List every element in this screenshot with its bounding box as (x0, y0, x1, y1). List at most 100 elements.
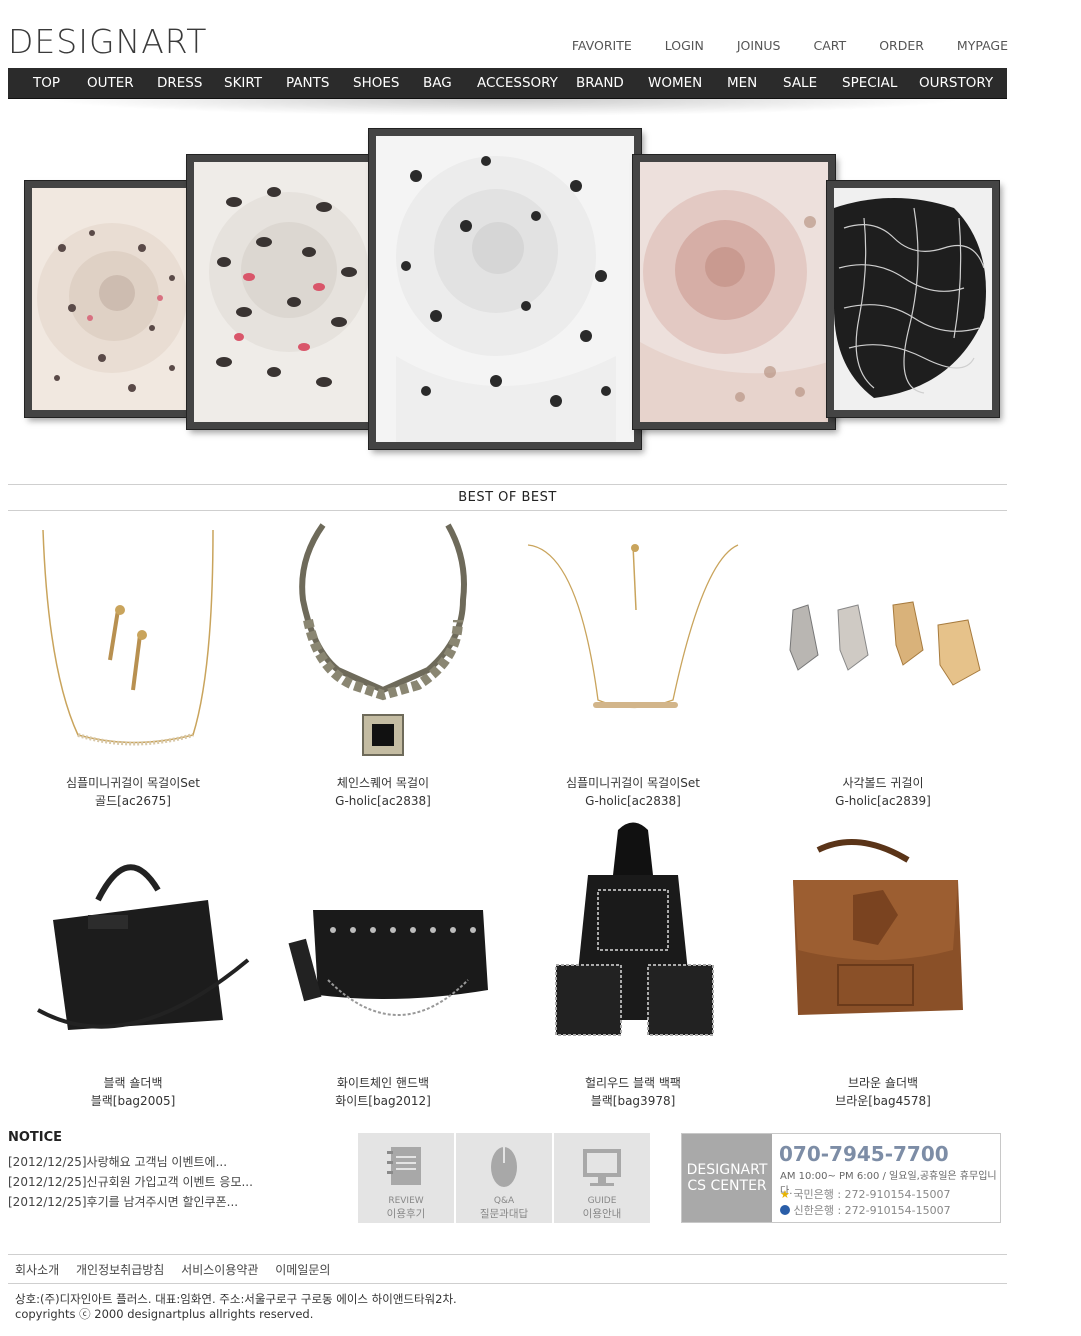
menu-shadow (40, 98, 970, 116)
scarf-frame-5[interactable] (827, 181, 999, 417)
product-sub: G-holic[ac2838] (335, 794, 431, 808)
qna-label-en: Q&A (493, 1196, 515, 1206)
shinhan-bank-icon (780, 1205, 790, 1215)
qna-label-ko: 질문과대답 (479, 1208, 529, 1220)
footer-link-company[interactable]: 회사소개 (15, 1263, 59, 1277)
cs-label-line2: CS CENTER (687, 1178, 767, 1194)
menu-dress[interactable]: DRESS (157, 68, 202, 98)
footer-divider-bottom (8, 1283, 1007, 1284)
brown-shoulder-bag-image (793, 839, 963, 1015)
nav-joinus[interactable]: JOINUS (737, 38, 781, 53)
scarf-frame-4[interactable] (633, 155, 835, 429)
nav-cart[interactable]: CART (813, 38, 846, 53)
logo[interactable]: DESIGNART (8, 22, 207, 61)
menu-skirt[interactable]: SKIRT (224, 68, 262, 98)
scarf-image-2 (194, 162, 372, 422)
necklace-set-image (42, 529, 214, 746)
copyright: copyrights ⓒ 2000 designartplus allright… (15, 1307, 314, 1321)
cs-phone: 070-7945-7700 (779, 1142, 949, 1166)
footer-link-email[interactable]: 이메일문의 (275, 1263, 330, 1277)
product-name[interactable]: 브라운 숄더백 (758, 1074, 1008, 1092)
kb-bank-icon: ★ (780, 1188, 790, 1201)
footer-links: 회사소개 개인정보취급방침 서비스이용약관 이메일문의 (8, 1261, 336, 1278)
product-card-1[interactable]: 심플미니귀걸이 목걸이Set 골드[ac2675] (8, 520, 258, 810)
black-shoulder-bag-image (37, 864, 250, 1030)
menu-pants[interactable]: PANTS (286, 68, 329, 98)
mouse-icon (491, 1147, 517, 1187)
menu-men[interactable]: MEN (727, 68, 757, 98)
chain-square-necklace-image (299, 523, 467, 756)
menu-shoes[interactable]: SHOES (353, 68, 399, 98)
guide-label-en: GUIDE (587, 1196, 617, 1206)
product-card-3[interactable]: 심플미니귀걸이 목걸이Set G-holic[ac2838] (508, 520, 758, 810)
nav-login[interactable]: LOGIN (665, 38, 704, 53)
footer-link-privacy[interactable]: 개인정보취급방침 (76, 1263, 164, 1277)
menu-bag[interactable]: BAG (423, 68, 452, 98)
menu-brand[interactable]: BRAND (576, 68, 624, 98)
square-bold-earrings-image (789, 601, 981, 686)
nav-mypage[interactable]: MYPAGE (957, 38, 1008, 53)
product-name[interactable]: 체인스퀘어 목걸이 (258, 774, 508, 792)
simple-necklace-image (527, 544, 739, 709)
section-title: BEST OF BEST (458, 490, 557, 505)
bank-text: 국민은행 : 272-910154-15007 (793, 1188, 951, 1201)
product-card-2[interactable]: 체인스퀘어 목걸이 G-holic[ac2838] (258, 520, 508, 810)
product-sub: 브라운[bag4578] (835, 1094, 931, 1108)
menu-top[interactable]: TOP (33, 68, 60, 98)
section-divider-bottom (8, 510, 1007, 511)
product-name[interactable]: 헐리우드 블랙 백팩 (508, 1074, 758, 1092)
product-card-4[interactable]: 사각볼드 귀걸이 G-holic[ac2839] (758, 520, 1008, 810)
menu-women[interactable]: WOMEN (648, 68, 702, 98)
product-card-6[interactable]: 화이트체인 핸드백 화이트[bag2012] (258, 820, 508, 1110)
bank-text: 신한은행 : 272-910154-15007 (793, 1204, 951, 1217)
nav-favorite[interactable]: FAVORITE (572, 38, 632, 53)
scarf-image-5 (834, 188, 992, 410)
product-name[interactable]: 블랙 숄더백 (8, 1074, 258, 1092)
product-name[interactable]: 사각볼드 귀걸이 (758, 774, 1008, 792)
review-label-ko: 이용후기 (386, 1208, 426, 1220)
notice-item[interactable]: [2012/12/25]신규회원 가입고객 이벤트 응모... (8, 1173, 253, 1190)
menu-special[interactable]: SPECIAL (842, 68, 897, 98)
product-name[interactable]: 화이트체인 핸드백 (258, 1074, 508, 1092)
product-sub: G-holic[ac2839] (835, 794, 931, 808)
review-label-en: REVIEW (388, 1196, 424, 1206)
scarf-frame-1[interactable] (25, 181, 204, 417)
footer-address: 상호:(주)디자인아트 플러스. 대표:임화연. 주소:서울구로구 구로동 에이… (15, 1292, 457, 1306)
product-sub: 골드[ac2675] (95, 794, 171, 808)
product-card-5[interactable]: 블랙 숄더백 블랙[bag2005] (8, 820, 258, 1110)
menu-ourstory[interactable]: OURSTORY (919, 68, 993, 98)
hollywood-black-backpack-image (555, 822, 714, 1036)
nav-order[interactable]: ORDER (879, 38, 924, 53)
footer-divider-top (8, 1254, 1007, 1255)
qna-button[interactable]: Q&A 질문과대답 (456, 1133, 552, 1223)
scarf-frame-2[interactable] (187, 155, 379, 429)
product-name[interactable]: 심플미니귀걸이 목걸이Set (8, 774, 258, 792)
footer-link-terms[interactable]: 서비스이용약관 (181, 1263, 258, 1277)
product-card-7[interactable]: 헐리우드 블랙 백팩 블랙[bag3978] (508, 820, 758, 1110)
scarf-frame-3[interactable] (369, 129, 641, 449)
notice-item[interactable]: [2012/12/25]사랑해요 고객님 이벤트에... (8, 1153, 227, 1170)
notice-item[interactable]: [2012/12/25]후기를 남겨주시면 할인쿠폰... (8, 1193, 238, 1210)
monitor-icon (583, 1149, 621, 1186)
bank-info-1: ★ 국민은행 : 272-910154-15007 (780, 1186, 950, 1202)
white-chain-handbag-image (288, 910, 488, 1016)
top-nav: FAVORITE LOGIN JOINUS CART ORDER MYPAGE (539, 38, 1008, 53)
scarf-image-4 (640, 162, 828, 422)
guide-button[interactable]: GUIDE 이용안내 (554, 1133, 650, 1223)
product-card-8[interactable]: 브라운 숄더백 브라운[bag4578] (758, 820, 1008, 1110)
product-sub: 블랙[bag3978] (590, 1094, 676, 1108)
guide-label-ko: 이용안내 (582, 1208, 622, 1220)
category-menu: TOP OUTER DRESS SKIRT PANTS SHOES BAG AC… (8, 68, 1007, 99)
menu-accessory[interactable]: ACCESSORY (477, 68, 558, 98)
product-sub: 블랙[bag2005] (90, 1094, 176, 1108)
review-button[interactable]: REVIEW 이용후기 (358, 1133, 454, 1223)
notebook-icon (387, 1147, 421, 1185)
section-divider-top (8, 484, 1007, 485)
cs-label-line1: DESIGNART (686, 1162, 768, 1178)
menu-outer[interactable]: OUTER (87, 68, 134, 98)
scarf-image-1 (32, 188, 197, 410)
product-sub: 화이트[bag2012] (335, 1094, 431, 1108)
scarf-image-3 (376, 136, 634, 442)
menu-sale[interactable]: SALE (783, 68, 817, 98)
product-name[interactable]: 심플미니귀걸이 목걸이Set (508, 774, 758, 792)
